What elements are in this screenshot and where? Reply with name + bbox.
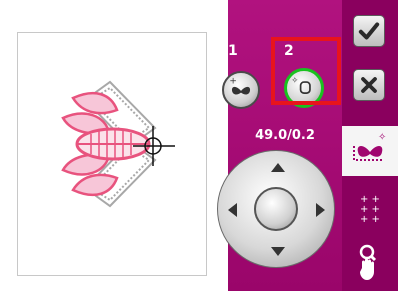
move-tab[interactable]: ✧ bbox=[342, 126, 398, 176]
arrow-right-button[interactable] bbox=[316, 203, 325, 217]
checkmark-icon bbox=[353, 15, 385, 47]
direction-pad[interactable] bbox=[217, 150, 335, 268]
grid-plus-icon: + + + + + + bbox=[360, 194, 380, 225]
zoom-pan-icon bbox=[359, 244, 377, 280]
corner-move-icon: ✧ bbox=[291, 76, 311, 94]
confirm-button[interactable] bbox=[346, 8, 392, 54]
close-icon bbox=[353, 69, 385, 101]
position-2-label: 2 bbox=[284, 43, 294, 59]
svg-text:+ +: + + bbox=[360, 214, 380, 225]
embroidery-canvas[interactable] bbox=[0, 0, 228, 291]
position-1-button[interactable]: + bbox=[222, 71, 260, 109]
svg-text:✧: ✧ bbox=[291, 76, 298, 86]
zoom-pan-button[interactable] bbox=[346, 238, 392, 284]
arrow-up-button[interactable] bbox=[271, 163, 285, 172]
grid-button[interactable]: + + + + + + bbox=[346, 186, 392, 232]
embroidery-design[interactable] bbox=[55, 80, 185, 208]
position-readout: 49.0/0.2 bbox=[255, 128, 315, 143]
cancel-button[interactable] bbox=[346, 62, 392, 108]
position-2-button[interactable]: ✧ bbox=[284, 68, 324, 108]
butterfly-move-icon: ✧ bbox=[353, 132, 386, 161]
arrow-down-button[interactable] bbox=[271, 247, 285, 256]
svg-text:+: + bbox=[229, 77, 237, 87]
butterfly-move-icon: + bbox=[229, 77, 251, 95]
position-1-label: 1 bbox=[228, 43, 238, 59]
svg-text:✧: ✧ bbox=[378, 132, 386, 143]
dpad-center-button[interactable] bbox=[254, 187, 298, 231]
arrow-left-button[interactable] bbox=[228, 203, 237, 217]
